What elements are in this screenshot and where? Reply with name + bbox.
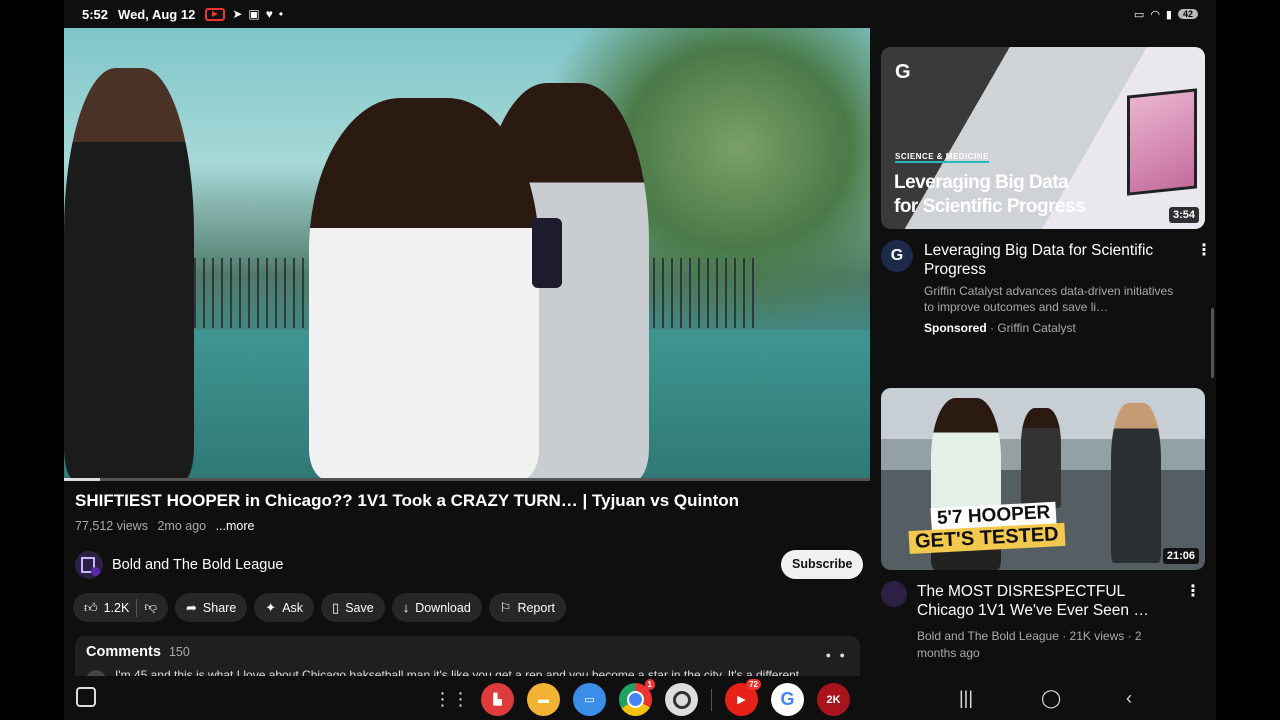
next-video-title[interactable]: The MOST DISRESPECTFUL Chicago 1V1 We've… bbox=[917, 582, 1172, 620]
next-video-menu-icon[interactable]: ⋮ bbox=[1185, 584, 1201, 600]
video-meta: 77,512 views 2mo ago ...more bbox=[75, 519, 255, 533]
heart-icon: ♥ bbox=[265, 7, 273, 21]
more-link[interactable]: ...more bbox=[216, 519, 255, 533]
thumbs-up-icon[interactable]: 👍︎ bbox=[84, 600, 98, 616]
comments-count: 150 bbox=[168, 645, 190, 659]
sidebar-scrollbar[interactable] bbox=[1211, 308, 1214, 378]
share-icon: ➦ bbox=[186, 599, 197, 615]
chrome-badge: 1 bbox=[644, 679, 655, 690]
report-label: Report bbox=[517, 600, 555, 615]
bookmark-icon: ▯ bbox=[332, 599, 340, 615]
video-progress-fill bbox=[64, 478, 101, 481]
messages-app-icon[interactable]: ▭ bbox=[573, 683, 606, 716]
ad-title[interactable]: Leveraging Big Data for Scientific Progr… bbox=[924, 241, 1184, 279]
status-right: ▭ ◠ ▮ 42 bbox=[1134, 8, 1198, 21]
like-divider bbox=[136, 598, 138, 617]
home-nav-icon[interactable]: ◯ bbox=[1041, 688, 1061, 709]
battery-icon: 42 bbox=[1177, 9, 1198, 19]
sparkle-icon: ✦ bbox=[265, 599, 277, 615]
share-label: Share bbox=[202, 600, 237, 615]
thumbs-down-icon[interactable]: 👎︎ bbox=[144, 600, 157, 615]
comments-header: Comments 150 bbox=[86, 644, 190, 660]
next-video-thumbnail[interactable]: 5'7 HOOPER GET'S TESTED 21:06 bbox=[881, 388, 1205, 570]
next-video-channel-avatar[interactable] bbox=[881, 581, 907, 607]
dock-divider bbox=[711, 688, 712, 711]
ask-button[interactable]: ✦ Ask bbox=[254, 593, 315, 622]
app-dock: ⋮⋮ ▙ ▬ ▭ 1 ▶ 72 G 2K bbox=[434, 679, 850, 716]
status-time: 5:52 bbox=[82, 6, 109, 22]
cast-icon: ▭ bbox=[1133, 8, 1145, 21]
advertiser-avatar[interactable]: G bbox=[881, 240, 913, 272]
share-button[interactable]: ➦ Share bbox=[175, 593, 248, 622]
like-count[interactable]: 1.2K bbox=[104, 601, 130, 615]
screen: 5:52 Wed, Aug 12 ➤ ▣ ♥ • ▭ ◠ ▮ 42 SHIFTI… bbox=[0, 0, 1280, 720]
save-label: Save bbox=[345, 600, 374, 615]
nba2k-app-icon[interactable]: 2K bbox=[817, 683, 850, 716]
player-shooting bbox=[1021, 408, 1061, 508]
player-defending bbox=[1111, 403, 1161, 563]
subscribe-button[interactable]: Subscribe bbox=[781, 550, 864, 579]
channel-avatar[interactable] bbox=[75, 551, 103, 579]
ad-description: Griffin Catalyst advances data-driven in… bbox=[924, 284, 1174, 314]
youtube-notification-icon bbox=[205, 7, 226, 21]
google-app-icon[interactable]: G bbox=[771, 683, 804, 716]
next-video-duration: 21:06 bbox=[1162, 548, 1199, 564]
person-left bbox=[64, 68, 194, 480]
flag-icon: ⚐ bbox=[499, 599, 512, 615]
sponsored-label: Sponsored bbox=[924, 321, 987, 335]
chrome-app-icon[interactable]: 1 bbox=[619, 679, 655, 716]
like-dislike-group: 👍︎ 1.2K 👎︎ bbox=[73, 593, 169, 622]
telegram-icon: ➤ bbox=[232, 7, 243, 21]
files-app-icon[interactable]: ▬ bbox=[527, 683, 560, 716]
save-button[interactable]: ▯ Save bbox=[321, 593, 385, 622]
comments-panel[interactable]: Comments 150 ● ● I'm 45 and this is what… bbox=[75, 636, 860, 678]
report-button[interactable]: ⚐ Report bbox=[488, 593, 566, 622]
microphone bbox=[532, 218, 562, 288]
status-bar: 5:52 Wed, Aug 12 ➤ ▣ ♥ • ▭ ◠ ▮ 42 bbox=[64, 0, 1216, 28]
action-bar: 👍︎ 1.2K 👎︎ ➦ Share ✦ Ask ▯ Save ↓ Downlo… bbox=[73, 593, 566, 622]
ad-thumb-line2: for Scientific Progress bbox=[894, 196, 1086, 217]
download-label: Download bbox=[415, 600, 471, 615]
recents-nav-icon[interactable]: ||| bbox=[959, 688, 973, 709]
carousel-dots-icon: ● ● bbox=[825, 650, 848, 660]
youtube-app-icon[interactable]: ▶ 72 bbox=[725, 679, 761, 716]
ad-duration: 3:54 bbox=[1168, 207, 1199, 223]
video-player[interactable] bbox=[64, 28, 870, 480]
griffin-logo-icon: G bbox=[895, 61, 911, 83]
twitch-icon: ▣ bbox=[248, 7, 260, 21]
ad-thumbnail[interactable]: G SCIENCE & MEDICINE Leveraging Big Data… bbox=[881, 47, 1205, 229]
person-center bbox=[309, 98, 539, 480]
ad-thumb-line1: Leveraging Big Data bbox=[894, 172, 1069, 193]
video-title: SHIFTIEST HOOPER in Chicago?? 1V1 Took a… bbox=[75, 491, 740, 510]
ad-menu-icon[interactable]: ⋮ bbox=[1196, 243, 1212, 259]
taskbar: ⋮⋮ ▙ ▬ ▭ 1 ▶ 72 G 2K ||| ◯ ‹ bbox=[64, 676, 1216, 720]
ad-thumb-category: SCIENCE & MEDICINE bbox=[895, 152, 989, 163]
microscope-screen bbox=[1127, 88, 1197, 196]
upload-age: 2mo ago bbox=[157, 519, 207, 533]
youtube-badge: 72 bbox=[746, 679, 761, 690]
download-button[interactable]: ↓ Download bbox=[391, 593, 482, 622]
channel-name[interactable]: Bold and The Bold League bbox=[112, 557, 283, 573]
video-progress-bar[interactable] bbox=[64, 478, 870, 481]
ask-label: Ask bbox=[282, 600, 304, 615]
app-drawer-icon[interactable]: ⋮⋮ bbox=[434, 683, 470, 716]
ad-sponsored-line: Sponsored · Griffin Catalyst bbox=[924, 321, 1076, 335]
download-icon: ↓ bbox=[402, 600, 410, 615]
status-date: Wed, Aug 12 bbox=[118, 6, 196, 22]
back-nav-icon[interactable]: ‹ bbox=[1126, 688, 1132, 709]
flipboard-app-icon[interactable]: ▙ bbox=[481, 683, 514, 716]
advertiser-name: · Griffin Catalyst bbox=[990, 321, 1076, 335]
view-count: 77,512 views bbox=[75, 519, 148, 533]
next-video-meta: Bold and The Bold League · 21K views · 2… bbox=[917, 629, 1142, 660]
signal-icon: ▮ bbox=[1165, 8, 1172, 21]
wifi-icon: ◠ bbox=[1150, 8, 1160, 21]
screenshot-icon[interactable] bbox=[76, 687, 96, 707]
more-notifications-icon: • bbox=[278, 7, 284, 21]
comments-title: Comments bbox=[86, 644, 161, 660]
camera-app-icon[interactable] bbox=[665, 683, 698, 716]
channel-row[interactable]: Bold and The Bold League bbox=[75, 551, 283, 579]
